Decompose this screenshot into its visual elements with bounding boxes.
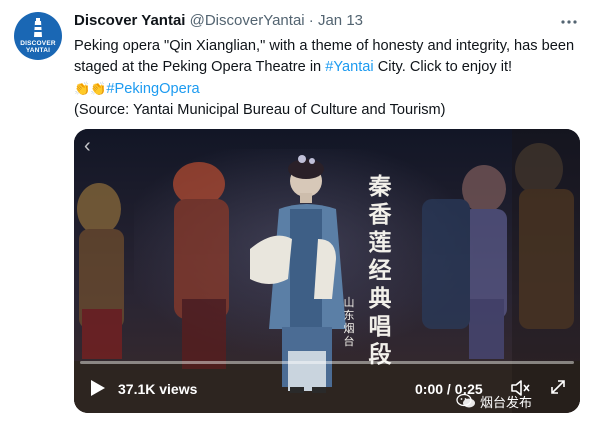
view-count: 37.1K views: [118, 381, 198, 397]
tweet-text: Peking opera "Qin Xianglian," with a the…: [74, 36, 579, 121]
watermark-text: 烟台发布: [480, 394, 533, 410]
title-char: 唱: [368, 313, 392, 340]
hashtag-yantai-link[interactable]: #Yantai: [325, 59, 373, 75]
tweet-date[interactable]: Jan 13: [318, 12, 363, 29]
title-char: 香: [368, 201, 392, 228]
avatar-text-line2: YANTAI: [25, 47, 51, 54]
place-char: 台: [343, 335, 355, 348]
separator-dot: ·: [308, 12, 314, 29]
title-char: 段: [368, 341, 392, 368]
source-line: (Source: Yantai Municipal Bureau of Cult…: [74, 102, 446, 118]
hashtag-pekingopera-link[interactable]: #PekingOpera: [106, 81, 199, 97]
video-frame-image: [74, 129, 580, 413]
play-icon[interactable]: [88, 379, 106, 397]
more-horizontal-icon: [561, 20, 577, 24]
video-title-overlay: 秦 香 莲 经 典 唱 段: [367, 173, 393, 369]
avatar[interactable]: DISCOVER YANTAI: [14, 12, 62, 60]
title-char: 经: [368, 257, 392, 284]
video-place-overlay: 山 东 烟 台: [342, 296, 356, 348]
author-handle[interactable]: @DiscoverYantai: [190, 12, 305, 29]
avatar-text-line1: DISCOVER: [20, 40, 56, 47]
place-char: 烟: [343, 322, 355, 335]
author-name[interactable]: Discover Yantai: [74, 12, 185, 29]
place-char: 东: [343, 309, 355, 322]
title-char: 莲: [368, 229, 392, 256]
chevron-left-icon[interactable]: ‹: [84, 135, 91, 158]
fullscreen-icon[interactable]: [548, 377, 568, 397]
video-player[interactable]: ‹ 秦 香 莲 经 典 唱 段 山 东 烟 台 37.1K views 0:00…: [74, 129, 580, 413]
place-char: 山: [343, 296, 355, 309]
more-options-button[interactable]: [556, 9, 582, 35]
wechat-icon: [456, 393, 475, 408]
title-char: 典: [368, 285, 392, 312]
tweet-header: Discover Yantai @DiscoverYantai · Jan 13: [74, 12, 534, 32]
video-progress-bar[interactable]: [80, 361, 574, 364]
title-char: 秦: [368, 173, 392, 200]
wechat-watermark: 烟台发布: [456, 389, 532, 413]
lighthouse-logo-icon: [34, 18, 42, 37]
tweet-text-part2: City. Click to enjoy it!: [373, 59, 513, 75]
clapping-emoji: 👏👏: [74, 81, 107, 96]
